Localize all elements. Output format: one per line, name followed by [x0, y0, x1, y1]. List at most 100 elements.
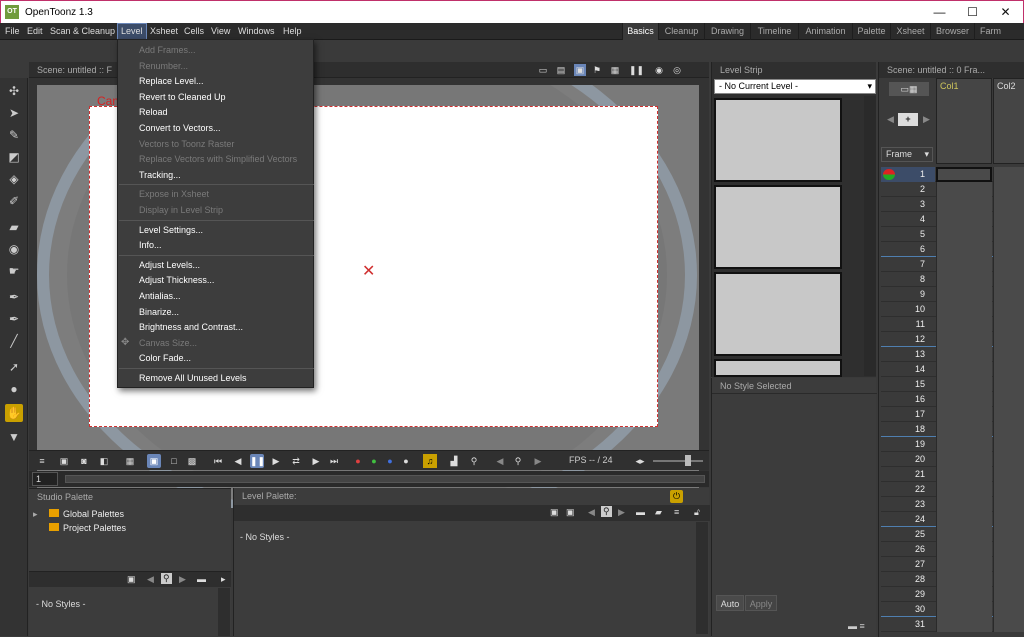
xsheet-row[interactable]: 26 [881, 542, 1024, 557]
white-bg-icon[interactable]: □ [167, 454, 181, 468]
brush-tool-icon[interactable]: ✎ [5, 126, 23, 144]
frame-slider[interactable] [65, 475, 705, 483]
xsheet-cell-col2[interactable] [993, 302, 1024, 317]
xsheet-row[interactable]: 15 [881, 377, 1024, 392]
xsheet-cell-col2[interactable] [993, 467, 1024, 482]
lock-icon[interactable]: 🔓︎ [694, 507, 700, 518]
play-icon[interactable]: ▶ [269, 454, 283, 468]
menu-item-tracking[interactable]: Tracking... [139, 168, 181, 182]
xsheet-row[interactable]: 11 [881, 317, 1024, 332]
rgb-picker-tool-icon[interactable]: ✒ [5, 310, 23, 328]
xsheet-row[interactable]: 12 [881, 332, 1024, 347]
save-icon[interactable]: ▣ [57, 454, 71, 468]
snapshot-icon[interactable]: ◙ [77, 454, 91, 468]
xsheet-cell-col1[interactable] [936, 467, 992, 482]
xsheet-cell-col1[interactable] [936, 347, 992, 362]
xsheet-cell-col1[interactable] [936, 287, 992, 302]
menu-cells[interactable]: Cells [181, 23, 207, 40]
xsheet-row[interactable]: 2 [881, 182, 1024, 197]
new-page-icon[interactable]: ▰ [655, 507, 662, 518]
control-point-tool-icon[interactable]: ➚ [5, 358, 23, 376]
xsheet-row[interactable]: 24 [881, 512, 1024, 527]
xsheet-cell-col2[interactable] [993, 182, 1024, 197]
menu-item-color-fade[interactable]: Color Fade... [139, 351, 191, 365]
xsheet-row[interactable]: 6 [881, 242, 1024, 257]
level-frame-thumbnail[interactable] [714, 98, 842, 182]
room-drawing[interactable]: Drawing [704, 23, 750, 40]
menu-item-convert-to-vectors[interactable]: Convert to Vectors... [139, 121, 221, 135]
key-icon[interactable]: ⚲ [161, 573, 172, 584]
menu-item-level-settings[interactable]: Level Settings... [139, 223, 203, 237]
xsheet-cell-col1[interactable] [936, 332, 992, 347]
xsheet-row[interactable]: 4 [881, 212, 1024, 227]
fps-slider[interactable] [653, 455, 703, 466]
xsheet-cell-col2[interactable] [993, 332, 1024, 347]
fill-tool-icon[interactable]: ◈ [5, 170, 23, 188]
xsheet-cell-col1[interactable] [936, 167, 992, 182]
xsheet-cell-col2[interactable] [993, 587, 1024, 602]
maximize-button[interactable]: ☐ [956, 1, 989, 23]
menu-toggle-icon[interactable]: ≡ [35, 454, 49, 468]
tree-item-global-palettes[interactable]: ▸ Global Palettes [33, 507, 223, 521]
xsheet-cell-col2[interactable] [993, 572, 1024, 587]
level-palette-scrollbar[interactable] [696, 522, 708, 634]
add-column-icon[interactable]: + [898, 113, 918, 126]
camera-bg-icon[interactable]: ▣ [147, 454, 161, 468]
menu-windows[interactable]: Windows [235, 23, 278, 40]
xsheet-row[interactable]: 28 [881, 572, 1024, 587]
save-palette-icon[interactable]: ▣ [566, 507, 575, 518]
xsheet-cell-col1[interactable] [936, 422, 992, 437]
current-level-select[interactable]: - No Current Level - ▾ [714, 79, 876, 94]
xsheet-row[interactable]: 14 [881, 362, 1024, 377]
new-style-icon[interactable]: ▬ [636, 507, 645, 517]
prev-icon[interactable]: ◀ [588, 507, 595, 518]
xsheet-row[interactable]: 31 [881, 617, 1024, 632]
menu-icon[interactable]: ≡ [674, 507, 679, 517]
compare-icon[interactable]: ◧ [97, 454, 111, 468]
xsheet-row[interactable]: 20 [881, 452, 1024, 467]
room-basics[interactable]: Basics [622, 23, 658, 40]
xsheet-row[interactable]: 13 [881, 347, 1024, 362]
safe-area-icon[interactable]: ▭ [537, 64, 549, 76]
room-browser[interactable]: Browser [930, 23, 974, 40]
level-frame-thumbnail[interactable] [714, 185, 842, 269]
freeze-icon[interactable]: ❚❚ [629, 64, 644, 76]
xsheet-row[interactable]: 9 [881, 287, 1024, 302]
key-icon[interactable]: ⚲ [601, 506, 612, 517]
next-icon[interactable]: ▶ [618, 507, 625, 518]
black-bg-icon[interactable]: ▩ [185, 454, 199, 468]
xsheet-row[interactable]: 21 [881, 467, 1024, 482]
xsheet-cell-col2[interactable] [993, 317, 1024, 332]
3d-view-icon[interactable]: ▦ [609, 64, 621, 76]
save-palette-icon[interactable]: ▣ [127, 574, 136, 585]
room-animation[interactable]: Animation [798, 23, 852, 40]
menu-item-info[interactable]: Info... [139, 238, 162, 252]
room-farm[interactable]: Farm [974, 23, 1006, 40]
ruler-tool-icon[interactable]: ╱ [5, 332, 23, 350]
xsheet-row[interactable]: 17 [881, 407, 1024, 422]
next-marker-icon[interactable]: ▶ [531, 454, 545, 468]
xsheet-cell-col2[interactable] [993, 437, 1024, 452]
xsheet-cell-col2[interactable] [993, 557, 1024, 572]
finger-tool-icon[interactable]: ☛ [5, 262, 23, 280]
xsheet-cell-col2[interactable] [993, 257, 1024, 272]
style-editor-menu-icon[interactable]: ▬ ≡ [848, 621, 865, 631]
xsheet-row[interactable]: 25 [881, 527, 1024, 542]
next-column-icon[interactable]: ▶ [923, 114, 930, 125]
menu-edit[interactable]: Edit [24, 23, 46, 40]
xsheet-cell-col2[interactable] [993, 212, 1024, 227]
xsheet-cell-col2[interactable] [993, 347, 1024, 362]
subcamera-preview-icon[interactable]: ◎ [671, 64, 683, 76]
next-icon[interactable]: ▶ [179, 574, 186, 585]
menu-help[interactable]: Help [280, 23, 305, 40]
zoom-icon[interactable]: ⚲ [467, 454, 481, 468]
studio-palette-scrollbar[interactable] [218, 588, 230, 636]
xsheet-row[interactable]: 19 [881, 437, 1024, 452]
xsheet-cell-col1[interactable] [936, 302, 992, 317]
level-frame-thumbnail[interactable] [714, 272, 842, 356]
fps-slider-handle[interactable] [685, 455, 691, 466]
xsheet-row[interactable]: 30 [881, 602, 1024, 617]
onion-skin-icon[interactable] [883, 169, 895, 180]
xsheet-cell-col1[interactable] [936, 452, 992, 467]
xsheet-cell-col1[interactable] [936, 587, 992, 602]
